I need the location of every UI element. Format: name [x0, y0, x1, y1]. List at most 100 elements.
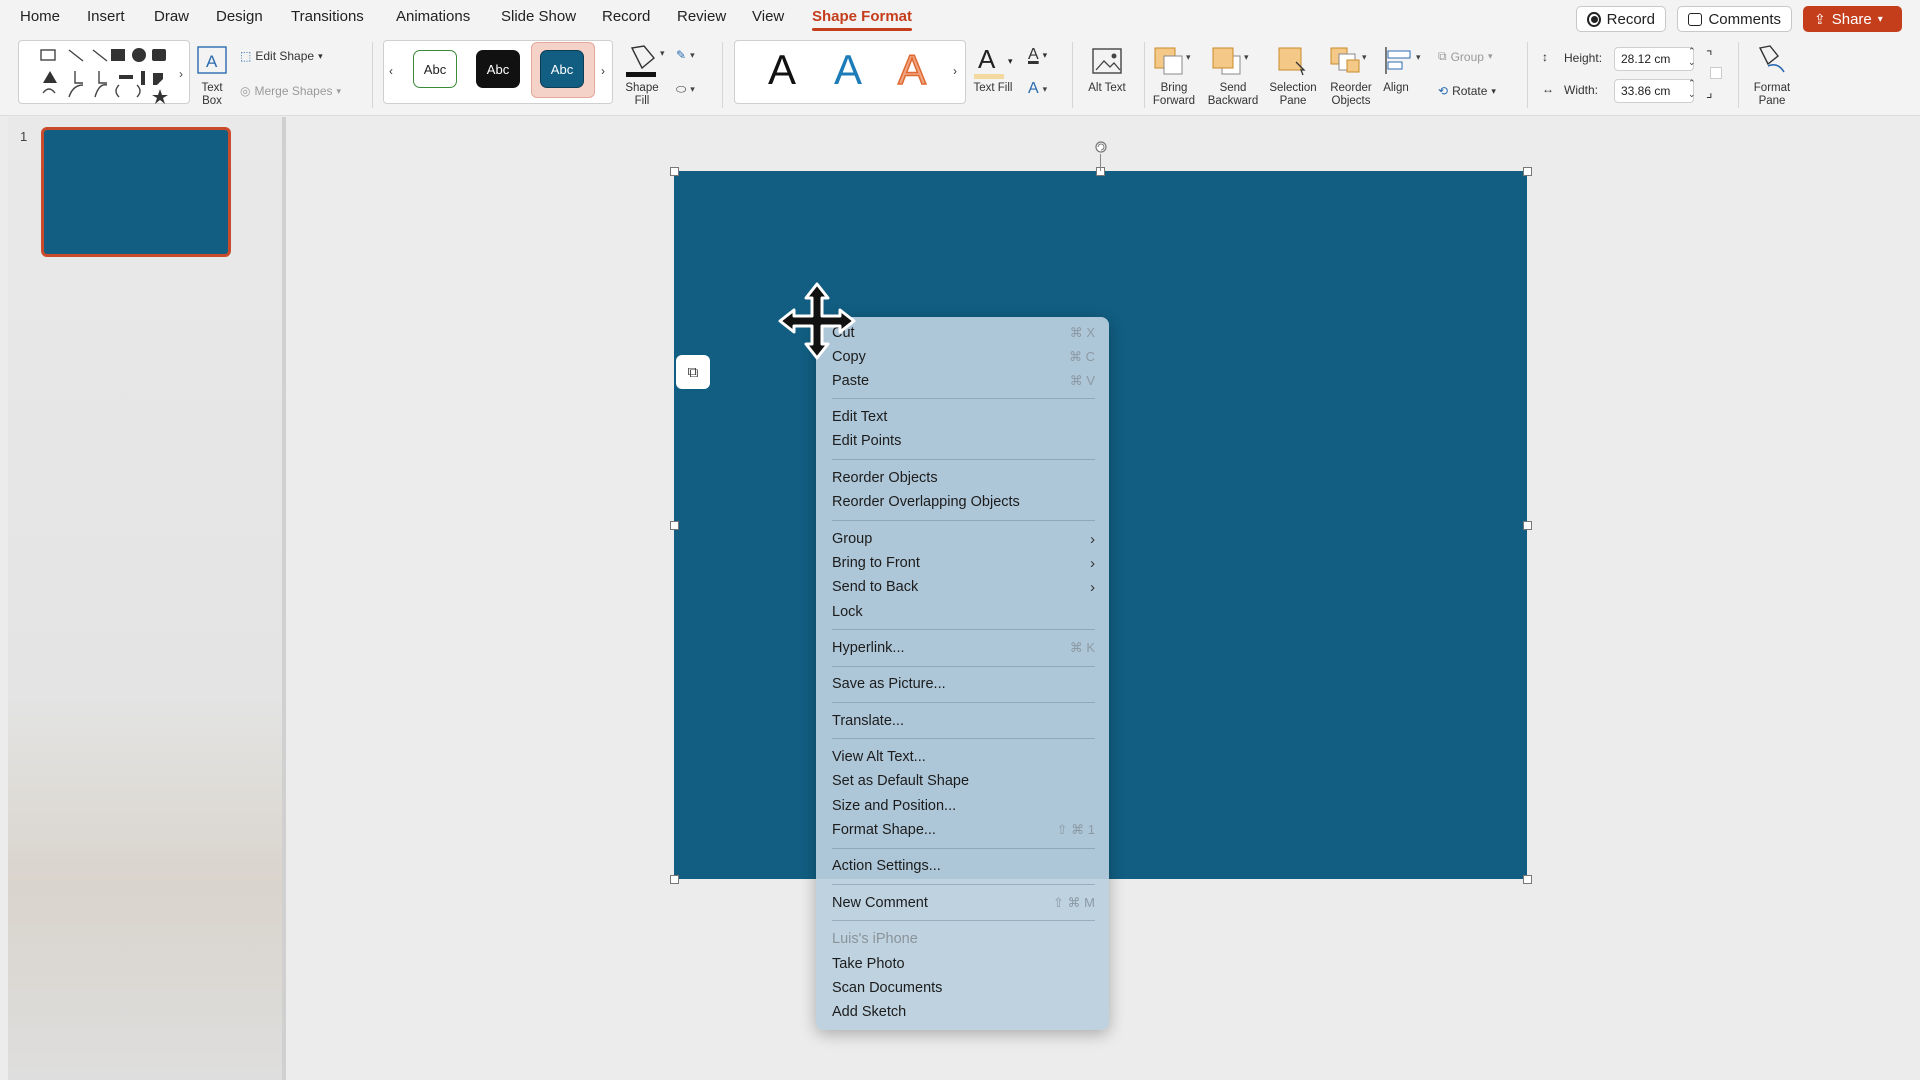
resize-handle-right[interactable]: [1523, 521, 1532, 530]
wordart-style-blue[interactable]: A: [834, 46, 862, 94]
lock-aspect-checkbox[interactable]: [1710, 67, 1722, 79]
text-box-button[interactable]: A: [195, 44, 229, 78]
comments-button[interactable]: Comments: [1677, 6, 1792, 32]
alt-text-button[interactable]: [1090, 44, 1124, 78]
slide-number: 1: [20, 129, 28, 144]
gallery-next-icon[interactable]: ›: [953, 64, 957, 78]
rotate-handle-icon[interactable]: [1094, 140, 1108, 154]
resize-handle-bottom-right[interactable]: [1523, 875, 1532, 884]
menu-item-view-alt-text[interactable]: View Alt Text...: [832, 746, 1095, 768]
menu-separator: [832, 884, 1095, 885]
menu-separator: [832, 666, 1095, 667]
gallery-prev-icon[interactable]: ‹: [389, 64, 393, 78]
menu-separator: [832, 398, 1095, 399]
wordart-style-black[interactable]: A: [768, 46, 796, 94]
shape-style-outline[interactable]: Abc: [413, 50, 457, 88]
tab-record[interactable]: Record: [602, 8, 650, 25]
format-pane-button[interactable]: [1754, 42, 1790, 78]
tab-shape-format[interactable]: Shape Format: [812, 8, 913, 31]
menu-item-hyperlink[interactable]: Hyperlink... ⌘ K: [832, 637, 1095, 659]
tab-animations[interactable]: Animations: [396, 8, 470, 25]
ribbon-toolbar: › A Text Box ⬚ Edit Shape ▾ ◎ Merge Shap…: [0, 36, 1920, 116]
menu-item-reorder-objects[interactable]: Reorder Objects: [832, 467, 1095, 489]
tab-home[interactable]: Home: [20, 8, 60, 25]
tab-transitions[interactable]: Transitions: [291, 8, 364, 25]
bring-forward-button[interactable]: ▾: [1152, 44, 1196, 78]
text-effects-icon[interactable]: A ▾: [1028, 80, 1047, 98]
shape-effects-icon[interactable]: ⬭ ▾: [676, 82, 695, 97]
menu-item-edit-text[interactable]: Edit Text: [832, 406, 1095, 428]
gallery-next-icon[interactable]: ›: [601, 64, 605, 78]
svg-text:▾: ▾: [660, 48, 665, 58]
width-stepper[interactable]: ⌃ ⌄: [1688, 78, 1696, 100]
reorder-objects-button[interactable]: ▾: [1328, 44, 1372, 78]
height-stepper[interactable]: ⌃ ⌄: [1688, 46, 1696, 68]
resize-handle-left[interactable]: [670, 521, 679, 530]
shape-quick-actions-button[interactable]: ⧉: [676, 355, 710, 389]
shape-outline-icon[interactable]: ✎ ▾: [676, 48, 695, 62]
width-field[interactable]: 33.86 cm: [1614, 79, 1694, 103]
menu-item-scan-documents[interactable]: Scan Documents: [832, 977, 1095, 999]
height-value: 28.12 cm: [1621, 52, 1671, 66]
chevron-right-icon: ›: [1090, 554, 1095, 572]
svg-text:▾: ▾: [1362, 52, 1367, 62]
menu-item-add-sketch[interactable]: Add Sketch: [832, 1001, 1095, 1023]
menu-item-action-settings[interactable]: Action Settings...: [832, 855, 1095, 877]
shape-fill-button[interactable]: ▾: [622, 42, 668, 82]
record-button[interactable]: Record: [1576, 6, 1666, 32]
menu-item-edit-points[interactable]: Edit Points: [832, 430, 1095, 452]
chevron-right-icon: ›: [1090, 578, 1095, 596]
menu-item-take-photo[interactable]: Take Photo: [832, 953, 1095, 975]
resize-handle-bottom-left[interactable]: [670, 875, 679, 884]
menu-item-lock[interactable]: Lock: [832, 601, 1095, 623]
shape-style-blue[interactable]: Abc: [540, 50, 584, 88]
text-fill-color-bar: [974, 74, 1004, 79]
menu-item-reorder-overlapping-objects[interactable]: Reorder Overlapping Objects: [832, 491, 1095, 513]
height-field[interactable]: 28.12 cm: [1614, 47, 1694, 71]
menu-item-set-as-default-shape[interactable]: Set as Default Shape: [832, 770, 1095, 792]
menu-item-translate[interactable]: Translate...: [832, 710, 1095, 732]
text-outline-icon[interactable]: A ▾: [1028, 46, 1047, 64]
rotation-stem: [1100, 154, 1101, 171]
menu-item-send-to-back[interactable]: Send to Back ›: [832, 576, 1095, 598]
tab-view[interactable]: View: [752, 8, 784, 25]
resize-handle-top-right[interactable]: [1523, 167, 1532, 176]
send-backward-button[interactable]: ▾: [1210, 44, 1254, 78]
tab-slide-show[interactable]: Slide Show: [501, 8, 576, 25]
shapes-gallery-icons: ›: [40, 48, 183, 104]
pane-splitter[interactable]: [282, 117, 286, 1080]
chevron-right-icon: ›: [1090, 530, 1095, 548]
tab-design[interactable]: Design: [216, 8, 263, 25]
align-icon: ▾: [1385, 47, 1421, 74]
menu-item-paste[interactable]: Paste ⌘ V: [832, 370, 1095, 392]
slide-thumbnail-1[interactable]: [41, 127, 231, 257]
menu-item-bring-to-front[interactable]: Bring to Front ›: [832, 552, 1095, 574]
menu-separator: [832, 920, 1095, 921]
edit-shape-button[interactable]: ⬚ Edit Shape ▾: [240, 49, 323, 63]
tab-insert[interactable]: Insert: [87, 8, 125, 25]
selection-pane-button[interactable]: [1274, 44, 1314, 78]
ribbon-tab-bar: Home Insert Draw Design Transitions Anim…: [0, 0, 1920, 36]
align-label: Align: [1383, 82, 1409, 94]
resize-handle-top-left[interactable]: [670, 167, 679, 176]
menu-item-format-shape[interactable]: Format Shape... ⇧ ⌘ 1: [832, 819, 1095, 841]
menu-item-group[interactable]: Group ›: [832, 528, 1095, 550]
format-pane-icon: [1758, 45, 1785, 73]
menu-item-new-comment[interactable]: New Comment ⇧ ⌘ M: [832, 892, 1095, 914]
tab-draw[interactable]: Draw: [154, 8, 189, 25]
group-button[interactable]: ⧉ Group ▾: [1438, 49, 1492, 64]
menu-item-cut[interactable]: Cut ⌘ X: [832, 322, 1095, 344]
rotate-button[interactable]: ⟲ Rotate ▾: [1438, 84, 1496, 98]
align-button[interactable]: ▾: [1382, 44, 1426, 78]
merge-shapes-button[interactable]: ◎ Merge Shapes ▾: [240, 84, 341, 98]
text-fill-button[interactable]: A ▾: [972, 42, 1016, 82]
share-button[interactable]: ⇪ Share ▾: [1803, 6, 1902, 32]
menu-item-size-and-position[interactable]: Size and Position...: [832, 795, 1095, 817]
shapes-gallery[interactable]: ›: [18, 40, 190, 104]
menu-item-copy[interactable]: Copy ⌘ C: [832, 346, 1095, 368]
menu-item-save-as-picture[interactable]: Save as Picture...: [832, 673, 1095, 695]
edit-shape-label: Edit Shape: [255, 49, 315, 63]
shape-style-black[interactable]: Abc: [476, 50, 520, 88]
wordart-style-orange[interactable]: A: [897, 45, 927, 94]
tab-review[interactable]: Review: [677, 8, 726, 25]
